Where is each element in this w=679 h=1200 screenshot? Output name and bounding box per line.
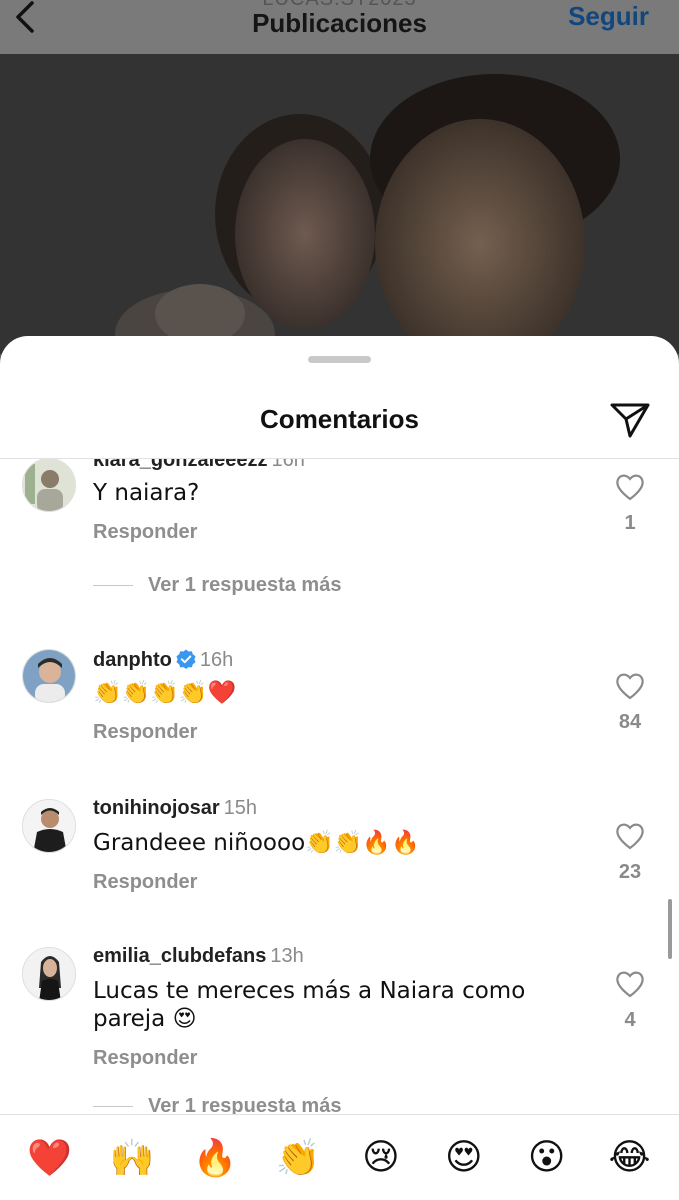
reply-button[interactable]: Responder — [93, 721, 197, 744]
avatar[interactable] — [22, 799, 76, 853]
comment-username[interactable]: danphto — [93, 649, 172, 671]
comment-time: 13h — [270, 945, 304, 967]
heart-icon[interactable] — [615, 970, 645, 998]
reaction-heart[interactable]: ❤️ — [19, 1137, 79, 1179]
send-icon[interactable] — [608, 400, 652, 440]
comment-text: Lucas te mereces más a Naiara como parej… — [93, 978, 526, 1032]
reaction-clap[interactable]: 👏 — [268, 1137, 328, 1179]
comment-text: 👏👏👏👏❤️ — [93, 680, 237, 706]
avatar[interactable] — [22, 947, 76, 1001]
post-photo — [0, 54, 679, 354]
like-count: 4 — [624, 1009, 636, 1031]
reaction-surprised[interactable]: 😮 — [517, 1137, 577, 1178]
like-count: 1 — [624, 512, 636, 534]
post-photo-image — [0, 54, 679, 354]
view-replies-button[interactable]: Ver 1 respuesta más — [93, 1095, 341, 1114]
avatar[interactable] — [22, 649, 76, 703]
follow-button[interactable]: Seguir — [568, 1, 649, 32]
view-replies-label: Ver 1 respuesta más — [148, 1095, 342, 1114]
reaction-crying[interactable]: 😢 — [351, 1137, 411, 1178]
reply-button[interactable]: Responder — [93, 521, 197, 544]
comment-time: 15h — [223, 797, 258, 819]
view-replies-label: Ver 1 respuesta más — [148, 574, 342, 596]
comments-list: kiara_gonzaleeezz 16h Y naiara? Responder… — [0, 459, 679, 1114]
like-count: 84 — [618, 711, 642, 733]
comment-username[interactable]: emilia_clubdefans — [93, 945, 266, 967]
reply-button[interactable]: Responder — [93, 871, 197, 894]
reaction-raised-hands[interactable]: 🙌 — [102, 1137, 162, 1179]
replies-line — [93, 1105, 133, 1108]
emoji-reaction-bar: ❤️ 🙌 🔥 👏 😢 😍 😮 😂 — [0, 1115, 679, 1200]
comment-text: Y naiara? — [93, 480, 200, 506]
comment-header: danphto 16h — [93, 649, 233, 672]
scrollbar[interactable] — [668, 899, 672, 959]
reaction-fire[interactable]: 🔥 — [185, 1137, 245, 1179]
heart-icon[interactable] — [615, 473, 645, 501]
heart-icon[interactable] — [615, 822, 645, 850]
like-count: 23 — [618, 861, 642, 883]
sheet-drag-handle[interactable] — [308, 356, 371, 363]
reaction-laughing[interactable]: 😂 — [600, 1137, 660, 1178]
comment-username[interactable]: kiara_gonzaleeezz — [93, 459, 268, 471]
comment-header: tonihinojosar 15h — [93, 797, 257, 820]
reaction-heart-eyes[interactable]: 😍 — [434, 1137, 494, 1178]
verified-badge-icon — [176, 649, 196, 669]
sheet-title: Comentarios — [260, 404, 419, 434]
avatar[interactable] — [22, 459, 76, 512]
top-bar: LUCAS.ST2023 Publicaciones Seguir — [0, 0, 679, 54]
heart-icon[interactable] — [615, 672, 645, 700]
comment-username[interactable]: tonihinojosar — [93, 797, 220, 819]
view-replies-button[interactable]: Ver 1 respuesta más — [93, 574, 341, 597]
comment-header: kiara_gonzaleeezz 16h — [93, 459, 305, 472]
replies-line — [93, 584, 133, 587]
comment-header: emilia_clubdefans 13h — [93, 945, 304, 968]
comments-sheet: Comentarios kiara_gonzaleeezz 16h Y naiar… — [0, 336, 679, 1200]
comment-time: 16h — [271, 459, 305, 471]
comment-text: Grandeee niñoooo👏👏🔥🔥 — [93, 830, 420, 856]
comment-time: 16h — [199, 649, 234, 671]
reply-button[interactable]: Responder — [93, 1047, 197, 1070]
